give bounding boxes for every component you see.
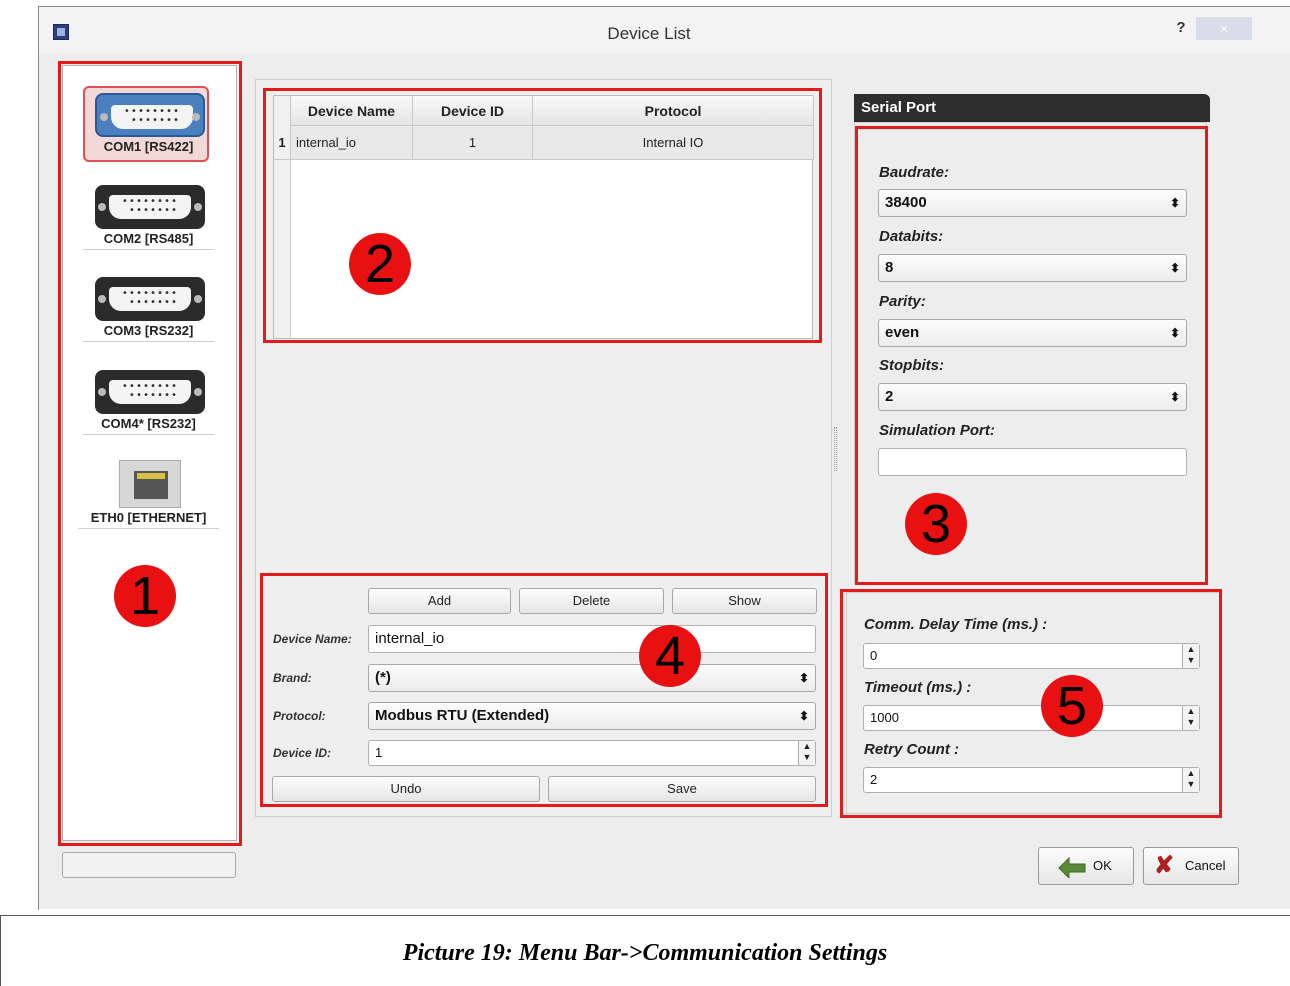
annotation-box-4 [260, 573, 828, 807]
check-arrow-icon [1058, 856, 1086, 878]
annotation-box-5 [840, 589, 1222, 818]
annotation-box-1 [58, 61, 242, 846]
annotation-box-2 [263, 88, 822, 343]
annotation-badge-5: 5 [1041, 675, 1103, 737]
ok-label: OK [1093, 858, 1112, 873]
title-bar: Device List ? × [39, 7, 1290, 53]
annotation-badge-1: 1 [114, 565, 176, 627]
annotation-badge-2: 2 [349, 233, 411, 295]
caption-divider [0, 915, 1290, 916]
splitter-handle[interactable] [834, 427, 837, 471]
annotation-badge-4: 4 [639, 625, 701, 687]
port-list-footer-button[interactable] [62, 852, 236, 878]
window-title: Device List [607, 24, 691, 43]
figure-caption: Picture 19: Menu Bar->Communication Sett… [402, 940, 888, 966]
serial-port-header: Serial Port [854, 94, 1210, 122]
ok-button[interactable]: OK [1038, 847, 1134, 885]
cancel-button[interactable]: ✘ Cancel [1143, 847, 1239, 885]
cross-icon: ✘ [1154, 852, 1175, 879]
close-button[interactable]: × [1196, 17, 1252, 40]
annotation-badge-3: 3 [905, 493, 967, 555]
help-button[interactable]: ? [1171, 19, 1191, 39]
cancel-label: Cancel [1185, 858, 1226, 873]
